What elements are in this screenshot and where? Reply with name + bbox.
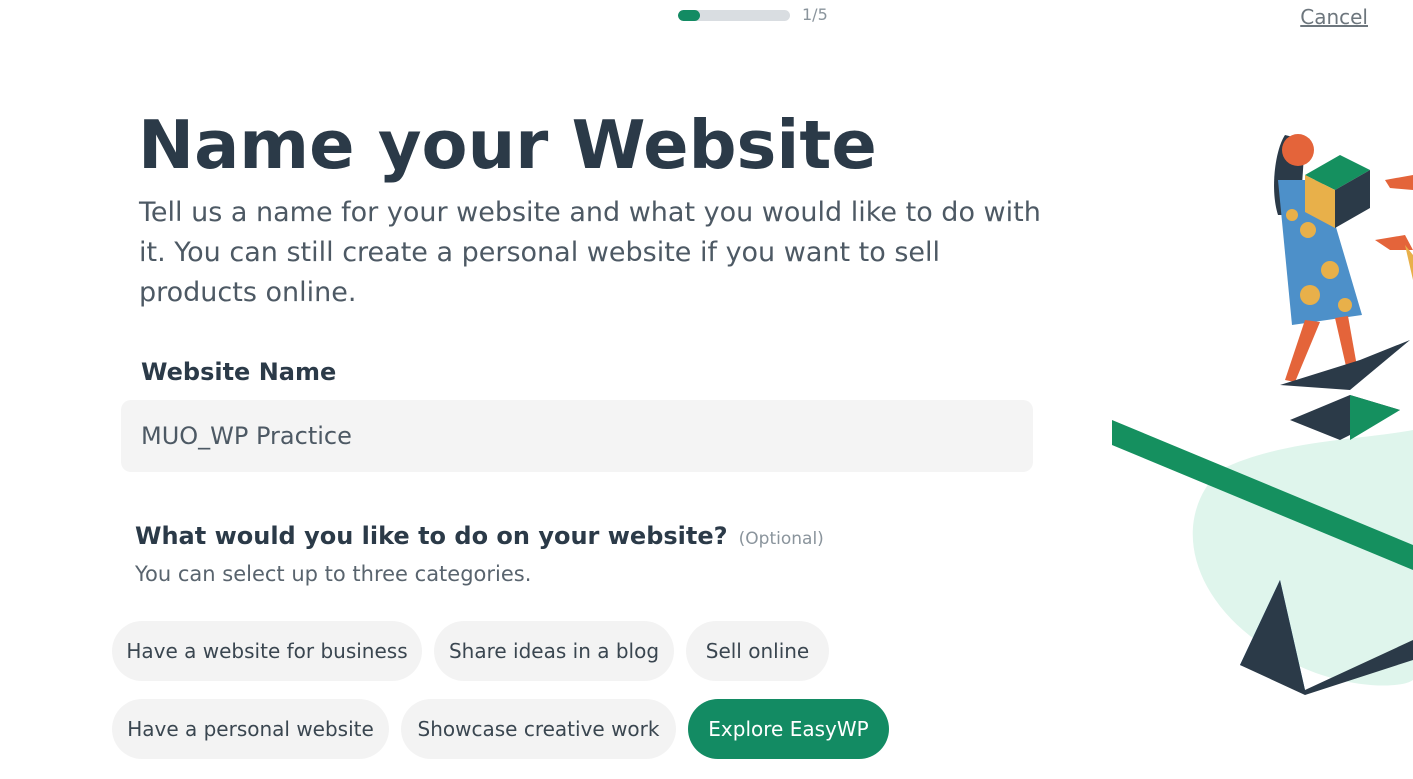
category-hint: You can select up to three categories. bbox=[135, 562, 532, 586]
chip-sell-online[interactable]: Sell online bbox=[686, 621, 829, 681]
category-question: What would you like to do on your websit… bbox=[135, 522, 824, 550]
page-title: Name your Website bbox=[138, 106, 877, 184]
chip-creative[interactable]: Showcase creative work bbox=[401, 699, 676, 759]
page-subtitle: Tell us a name for your website and what… bbox=[139, 197, 1041, 308]
woman-with-box-illustration bbox=[1112, 134, 1413, 695]
optional-tag: (Optional) bbox=[738, 529, 824, 549]
progress-track bbox=[678, 9, 790, 21]
progress-indicator: 1/5 bbox=[678, 6, 828, 24]
chip-blog[interactable]: Share ideas in a blog bbox=[434, 621, 674, 681]
category-question-text: What would you like to do on your websit… bbox=[135, 522, 728, 550]
chip-personal[interactable]: Have a personal website bbox=[112, 699, 389, 759]
chip-explore-easywp[interactable]: Explore EasyWP bbox=[688, 699, 889, 759]
progress-step-text: 1/5 bbox=[802, 5, 828, 24]
website-name-label: Website Name bbox=[141, 358, 337, 386]
progress-fill bbox=[678, 9, 701, 21]
chip-business[interactable]: Have a website for business bbox=[112, 621, 422, 681]
page: 1/5 Cancel Name your Website Tell us a n… bbox=[0, 0, 1413, 779]
website-name-input[interactable] bbox=[121, 400, 1033, 472]
